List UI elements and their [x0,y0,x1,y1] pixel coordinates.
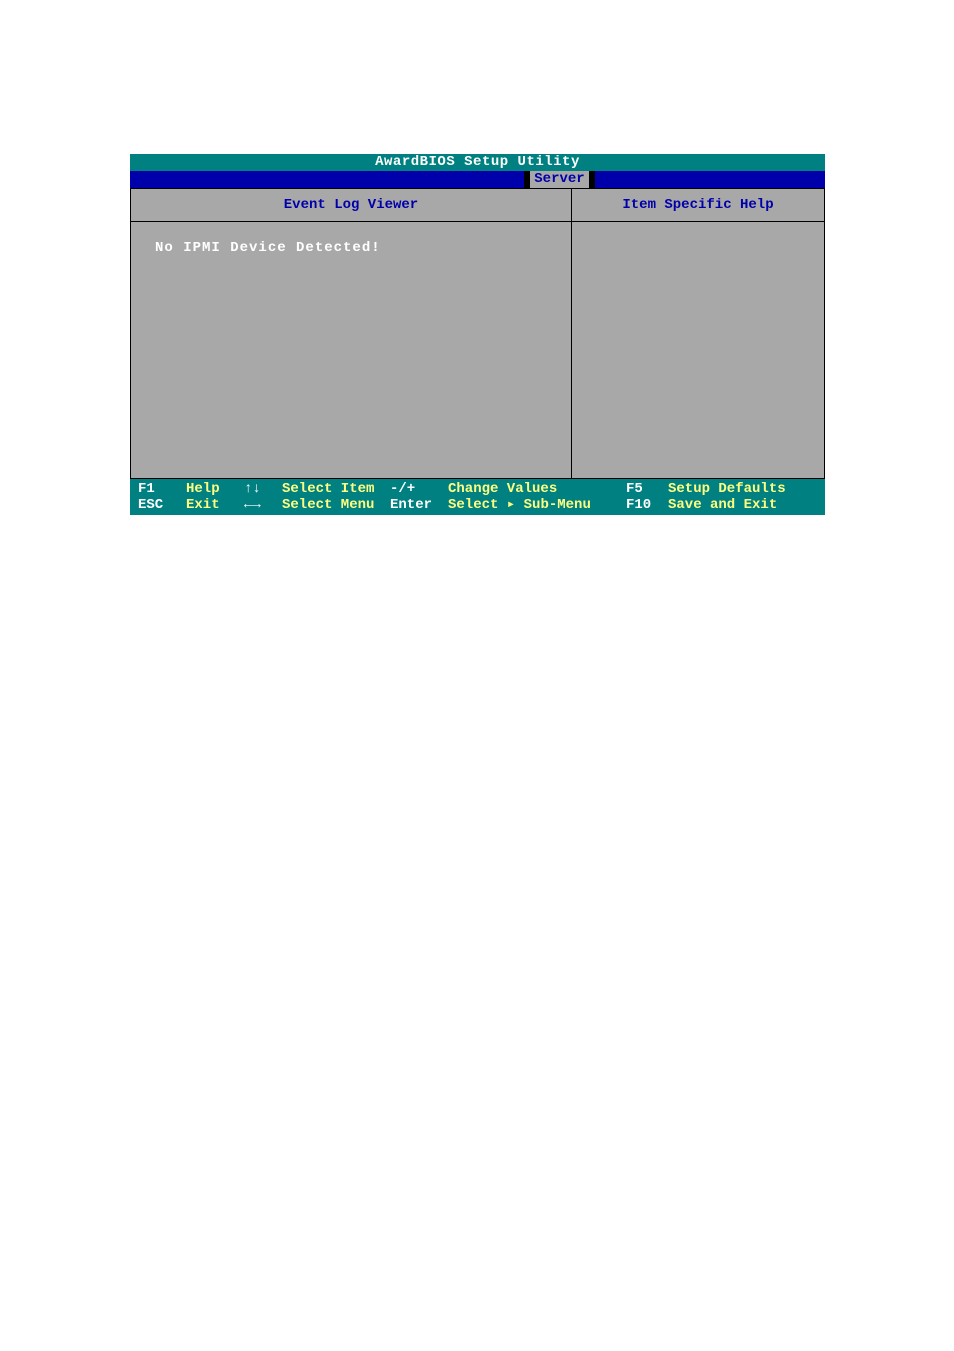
tab-server[interactable]: Server [524,171,594,188]
right-panel: Item Specific Help [572,189,824,478]
enter-action: Select ▸ Sub-Menu [448,497,591,513]
right-panel-header: Item Specific Help [572,189,824,222]
updown-action: Select Item [282,481,374,497]
leftright-arrows-icon[interactable]: ←→ [244,497,261,513]
f1-key[interactable]: F1 [138,481,155,497]
left-panel-header: Event Log Viewer [131,189,571,222]
title-text: AwardBIOS Setup Utility [375,154,580,170]
plusminus-action: Change Values [448,481,557,497]
left-panel: Event Log Viewer No IPMI Device Detected… [131,189,572,478]
f5-key[interactable]: F5 [626,481,643,497]
left-panel-body: No IPMI Device Detected! [131,222,571,274]
plusminus-key[interactable]: -/+ [390,481,415,497]
menu-bar[interactable]: Server [130,171,825,188]
leftright-action: Select Menu [282,497,374,513]
f10-key[interactable]: F10 [626,497,651,513]
f1-action: Help [186,481,220,497]
esc-key[interactable]: ESC [138,497,163,513]
content-area: Event Log Viewer No IPMI Device Detected… [130,188,825,479]
enter-key[interactable]: Enter [390,497,432,513]
esc-action: Exit [186,497,220,513]
title-bar: AwardBIOS Setup Utility [130,154,825,171]
f10-action: Save and Exit [668,497,777,513]
footer-bar: F1 ESC Help Exit ↑↓ ←→ Select Item Selec… [130,479,825,515]
f5-action: Setup Defaults [668,481,786,497]
bios-setup-window: AwardBIOS Setup Utility Server Event Log… [130,154,825,516]
ipmi-message: No IPMI Device Detected! [155,240,381,256]
updown-arrows-icon[interactable]: ↑↓ [244,481,261,497]
